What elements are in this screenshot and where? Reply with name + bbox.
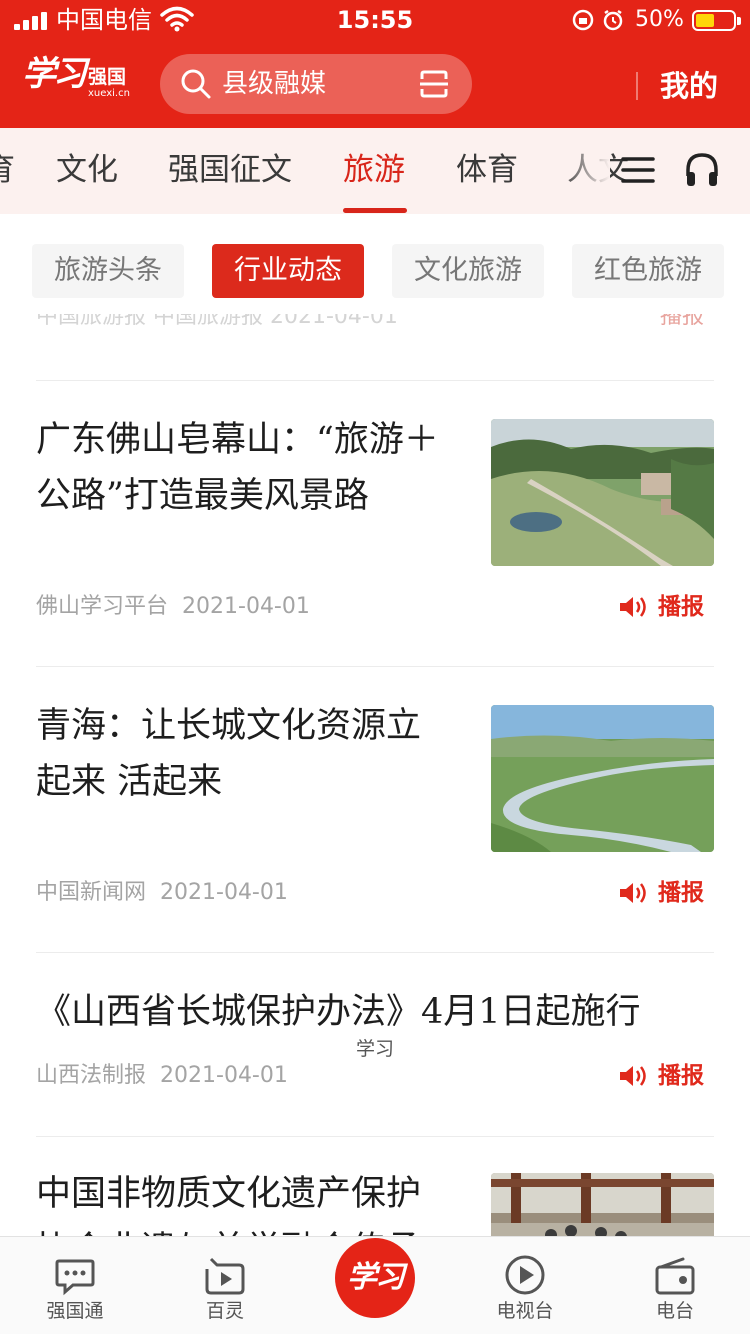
article-date: 2021-04-01 (160, 1063, 288, 1088)
divider (36, 1136, 714, 1137)
article-source: 中国新闻网 (36, 880, 147, 905)
article-source: 佛山学习平台 (36, 594, 169, 619)
tab-culture[interactable]: 文化 (56, 150, 118, 190)
article-thumbnail[interactable] (491, 419, 714, 566)
rotation-lock-icon (572, 9, 623, 31)
article-thumbnail[interactable] (491, 705, 714, 852)
aerial-valley-road-photo (491, 419, 714, 566)
app-header: 中国电信 15:55 50% 学习 强国 xuexi.cn 县级融媒 我的 (0, 0, 750, 128)
chip-red-tourism[interactable]: 红色旅游 (572, 244, 724, 298)
truncated-meta: 中国旅游报 中国旅游报 2021-04-01 (36, 314, 398, 329)
article-meta: 山西法制报 2021-04-01 (36, 1061, 288, 1091)
article-title[interactable]: 青海：让长城文化资源立起来 活起来 (36, 698, 446, 810)
tab-essay[interactable]: 强国征文 (168, 150, 292, 190)
battery-percent: 50% (635, 7, 684, 32)
channel-tabs: 育 文化 强国征文 旅游 体育 人文 (0, 128, 750, 214)
tab-qiangguotong[interactable]: 强国通 (0, 1237, 150, 1334)
status-bar: 中国电信 15:55 50% (0, 0, 750, 40)
play-label: 播报 (658, 594, 704, 620)
chip-travel-headlines[interactable]: 旅游头条 (32, 244, 184, 298)
app-logo[interactable]: 学习 强国 xuexi.cn (22, 52, 134, 108)
truncated-play: 播报 (659, 314, 704, 329)
play-label: 播报 (658, 880, 704, 906)
speaker-icon (620, 597, 646, 617)
news-feed: 中国旅游报 中国旅游报 2021-04-01 播报 广东佛山皂幕山：“旅游＋公路… (0, 314, 750, 1236)
divider (36, 380, 714, 381)
scan-icon[interactable] (418, 68, 450, 100)
xuexi-center-button[interactable]: 学习 (335, 1238, 415, 1318)
logo-word: 强国 (88, 66, 127, 88)
article-date: 2021-04-01 (182, 594, 310, 619)
divider (36, 952, 714, 953)
tab-radio[interactable]: 电台 (600, 1237, 750, 1334)
chip-industry-news[interactable]: 行业动态 (212, 244, 364, 298)
headphone-icon[interactable] (684, 150, 720, 190)
chat-icon (55, 1259, 95, 1296)
divider (36, 666, 714, 667)
header-divider (636, 72, 638, 100)
article-meta: 佛山学习平台 2021-04-01 (36, 592, 310, 622)
article-title[interactable]: 广东佛山皂幕山：“旅游＋公路”打造最美风景路 (36, 412, 446, 524)
play-label: 播报 (658, 1063, 704, 1089)
logo-mark: 学习 (22, 54, 87, 94)
battery-icon (692, 10, 741, 31)
play-circle-icon (505, 1255, 545, 1295)
logo-domain: xuexi.cn (88, 88, 130, 99)
tab-label: 电视台 (496, 1300, 554, 1322)
speaker-icon (620, 1066, 646, 1086)
search-icon (181, 69, 211, 99)
tab-sports[interactable]: 体育 (456, 150, 518, 190)
article-title[interactable]: 中国非物质文化遗产保护协会非遗与美学融合传承 (36, 1166, 446, 1236)
tab-label: 学习 (355, 1038, 394, 1060)
article-thumbnail[interactable] (491, 1173, 714, 1236)
article-title[interactable]: 《山西省长城保护办法》4月1日起施行 (36, 984, 716, 1040)
tab-label: 强国通 (46, 1300, 104, 1322)
speaker-icon (620, 883, 646, 903)
article-meta: 中国新闻网 2021-04-01 (36, 878, 288, 908)
article-date: 2021-04-01 (160, 880, 288, 905)
search-bar[interactable]: 县级融媒 (160, 54, 472, 114)
tab-tv[interactable]: 电视台 (450, 1237, 600, 1334)
article-source: 山西法制报 (36, 1063, 147, 1088)
menu-icon[interactable] (620, 152, 656, 188)
tab-travel[interactable]: 旅游 (343, 150, 405, 190)
mine-button[interactable]: 我的 (660, 66, 718, 106)
tab-label: 电台 (655, 1300, 694, 1322)
subcategory-chips: 旅游头条 行业动态 文化旅游 红色旅游 (0, 214, 750, 314)
radio-icon (655, 1257, 695, 1295)
active-tab-indicator (343, 208, 407, 213)
pavilion-crowd-photo (491, 1173, 714, 1236)
chip-culture-travel[interactable]: 文化旅游 (392, 244, 544, 298)
tab-channel-0[interactable]: 育 (0, 150, 15, 190)
video-icon (205, 1257, 245, 1295)
river-grassland-photo (491, 705, 714, 852)
channel-fade (560, 128, 610, 214)
search-placeholder: 县级融媒 (222, 69, 327, 99)
tab-label: 百灵 (205, 1300, 244, 1322)
tab-bailing[interactable]: 百灵 (150, 1237, 300, 1334)
truncated-item: 中国旅游报 中国旅游报 2021-04-01 播报 (36, 314, 716, 330)
